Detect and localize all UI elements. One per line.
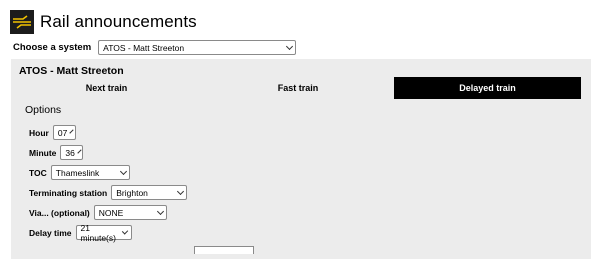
announcement-tabs: Next train Fast train Delayed train [11,77,591,99]
tab-delayed-train[interactable]: Delayed train [394,77,581,99]
tab-fast-train[interactable]: Fast train [202,77,394,99]
hour-row: Hour 07 [29,125,76,140]
terminating-station-select[interactable]: Brighton [111,185,188,200]
chevron-down-icon [69,128,74,134]
options-heading: Options [25,104,62,116]
chevron-down-icon [286,42,294,50]
via-row: Via... (optional) NONE [29,205,167,220]
chevron-down-icon [122,227,129,235]
hour-select[interactable]: 07 [52,125,76,140]
hour-value: 07 [57,127,68,138]
panel-title: ATOS - Matt Streeton [19,65,124,77]
delay-time-value: 21 minute(s) [80,222,116,243]
system-select[interactable]: ATOS - Matt Streeton [98,40,297,55]
delay-time-label: Delay time [29,227,72,238]
via-value: NONE [98,207,124,218]
chevron-down-icon [119,167,127,175]
toc-select[interactable]: Thameslink [50,165,130,180]
toc-label: TOC [29,167,47,178]
chevron-down-icon [177,187,185,195]
delay-time-row: Delay time 21 minute(s) [29,222,132,243]
minute-label: Minute [29,147,57,158]
app-header: Rail announcements [10,10,197,34]
tab-next-train[interactable]: Next train [11,77,202,99]
minute-value: 36 [65,147,75,158]
via-select[interactable]: NONE [93,205,167,220]
minute-select[interactable]: 36 [60,145,84,160]
terminating-station-label: Terminating station [29,187,108,198]
british-rail-logo-icon [10,10,34,34]
system-chooser: Choose a system ATOS - Matt Streeton [13,40,297,55]
toc-row: TOC Thameslink [29,165,130,180]
delay-time-select[interactable]: 21 minute(s) [75,222,132,243]
terminating-station-value: Brighton [116,187,148,198]
terminating-station-row: Terminating station Brighton [29,185,188,200]
chevron-down-icon [77,148,82,154]
system-panel: ATOS - Matt Streeton Next train Fast tra… [11,59,591,259]
chevron-down-icon [156,207,164,215]
via-label: Via... (optional) [29,207,90,218]
toc-value: Thameslink [55,167,100,178]
app-title: Rail announcements [40,12,197,31]
system-label: Choose a system [13,42,92,53]
system-select-value: ATOS - Matt Streeton [103,42,185,53]
hour-label: Hour [29,127,49,138]
minute-row: Minute 36 [29,145,84,160]
reason-select-partial[interactable] [194,246,254,254]
